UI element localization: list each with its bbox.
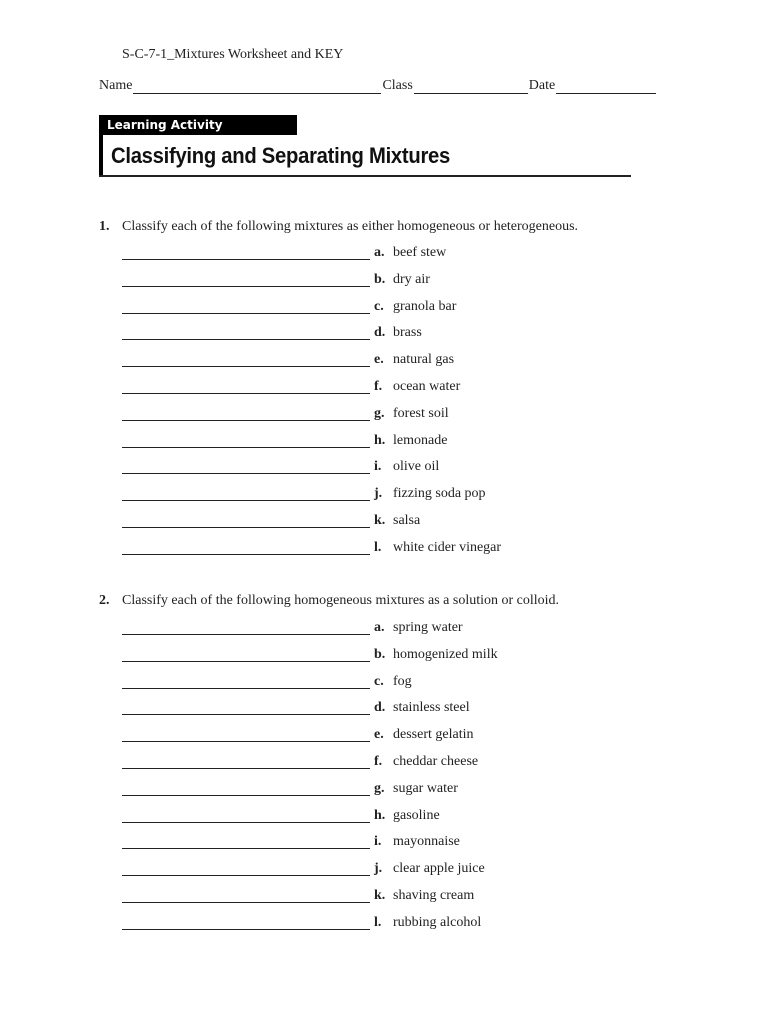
question-prompt: Classify each of the following mixtures … — [122, 219, 579, 234]
answer-blank[interactable] — [122, 794, 370, 796]
item-letter: d. — [374, 700, 386, 716]
question-2: 2. Classify each of the following homogen… — [99, 593, 559, 609]
item-text: salsa — [393, 513, 421, 528]
answer-blank[interactable] — [122, 259, 370, 260]
item-letter: g. — [374, 780, 385, 796]
item-text: lemonade — [393, 432, 448, 448]
item-text: cheddar cheese — [393, 754, 479, 769]
item-text: homogenized milk — [393, 646, 498, 662]
item-letter: e. — [374, 727, 384, 743]
question-number: 1. — [99, 219, 110, 234]
answer-blank[interactable] — [122, 393, 370, 394]
item-text: white cider vinegar — [393, 539, 502, 555]
item-text: brass — [393, 325, 422, 341]
item-letter: b. — [374, 271, 386, 287]
answer-blank[interactable] — [122, 366, 370, 368]
item-text: fog — [393, 673, 412, 689]
item-letter: i. — [374, 834, 382, 850]
class-label: Class — [382, 78, 413, 93]
answer-blank[interactable] — [122, 634, 370, 635]
item-letter: j. — [374, 486, 383, 502]
answer-blank[interactable] — [122, 902, 370, 903]
item-text: sugar water — [393, 780, 458, 796]
item-text: ocean water — [393, 379, 461, 394]
answer-blank[interactable] — [122, 687, 370, 689]
answer-blank[interactable] — [122, 527, 370, 528]
question-number: 2. — [99, 593, 110, 608]
item-text: clear apple juice — [393, 861, 485, 877]
item-letter: g. — [374, 405, 385, 421]
worksheet-banner: Learning Activity Worksheet Classifying … — [99, 115, 631, 177]
class-field[interactable] — [413, 79, 528, 94]
item-letter: k. — [374, 888, 386, 903]
item-text: rubbing alcohol — [393, 914, 482, 930]
answer-blank[interactable] — [122, 500, 370, 502]
item-text: shaving cream — [393, 888, 475, 903]
question-1: 1. Classify each of the following mixture… — [99, 219, 578, 235]
answer-blank[interactable] — [122, 312, 370, 314]
item-letter: b. — [374, 646, 386, 662]
answer-blank[interactable] — [122, 768, 370, 769]
item-letter: f. — [374, 379, 383, 394]
answer-blank[interactable] — [122, 446, 370, 448]
answer-blank[interactable] — [122, 741, 370, 743]
document-id: S-C-7-1_Mixtures Worksheet and KEY — [122, 47, 344, 62]
date-label: Date — [528, 78, 556, 93]
item-letter: f. — [374, 754, 383, 769]
item-letter: d. — [374, 325, 386, 341]
item-letter: l. — [374, 914, 382, 930]
item-letter: a. — [374, 620, 385, 635]
answer-blank[interactable] — [122, 928, 370, 930]
answer-blank[interactable] — [122, 285, 370, 287]
item-text: natural gas — [393, 352, 455, 368]
item-text: spring water — [393, 620, 463, 635]
date-field[interactable] — [556, 79, 657, 94]
name-label: Name — [99, 78, 133, 93]
item-letter: i. — [374, 459, 382, 475]
item-letter: h. — [374, 432, 386, 448]
item-text: stainless steel — [393, 700, 470, 716]
item-letter: a. — [374, 245, 385, 260]
name-class-date-row: Name Class Date — [99, 78, 657, 94]
item-text: beef stew — [393, 245, 447, 260]
answer-blank[interactable] — [122, 714, 370, 716]
item-letter: j. — [374, 861, 383, 877]
item-letter: l. — [374, 539, 382, 555]
page-title: Classifying and Separating Mixtures — [111, 143, 451, 168]
answer-blank[interactable] — [122, 473, 370, 475]
item-text: dry air — [393, 271, 430, 287]
banner-label: Learning Activity Worksheet — [99, 115, 297, 152]
answer-blank[interactable] — [122, 848, 370, 850]
item-text: forest soil — [393, 405, 449, 421]
question-prompt: Classify each of the following homogeneo… — [122, 593, 560, 608]
item-text: olive oil — [393, 459, 440, 475]
item-text: mayonnaise — [393, 834, 460, 850]
banner-divider — [99, 175, 631, 177]
item-letter: c. — [374, 298, 384, 314]
item-letter: e. — [374, 352, 384, 368]
item-text: fizzing soda pop — [393, 486, 486, 502]
item-letter: c. — [374, 673, 384, 689]
answer-blank[interactable] — [122, 660, 370, 662]
item-letter: h. — [374, 807, 386, 823]
item-letter: k. — [374, 513, 386, 528]
answer-blank[interactable] — [122, 339, 370, 341]
answer-blank[interactable] — [122, 553, 370, 555]
item-text: granola bar — [393, 298, 457, 314]
name-field[interactable] — [133, 79, 382, 94]
answer-blank[interactable] — [122, 419, 370, 421]
answer-blank[interactable] — [122, 875, 370, 877]
answer-blank[interactable] — [122, 821, 370, 823]
item-text: gasoline — [393, 807, 440, 823]
item-text: dessert gelatin — [393, 727, 474, 743]
